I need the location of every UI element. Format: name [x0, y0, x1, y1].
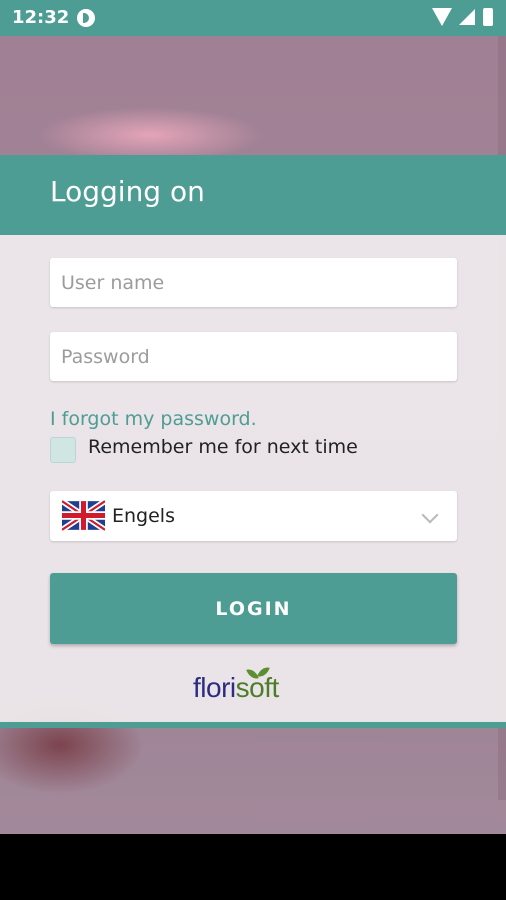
recent-apps-icon[interactable]	[0, 834, 506, 900]
login-button[interactable]: LOGIN	[50, 573, 457, 644]
login-header: Logging on	[0, 155, 506, 235]
forgot-password-link[interactable]: I forgot my password.	[50, 408, 257, 430]
status-time: 12:32	[12, 7, 70, 28]
signal-icon	[459, 9, 475, 25]
language-select[interactable]: Engels	[50, 491, 457, 541]
florisoft-logo: florisoft	[193, 664, 318, 708]
uk-flag-icon	[62, 500, 105, 531]
logo-text: florisoft	[193, 672, 279, 704]
status-bar: 12:32	[0, 0, 506, 36]
username-field[interactable]	[50, 258, 457, 307]
sync-icon	[77, 9, 95, 27]
username-input[interactable]	[50, 258, 441, 307]
logo-text-soft: soft	[235, 672, 280, 703]
wifi-icon	[432, 8, 452, 26]
logo-text-flori: flori	[193, 672, 236, 703]
remember-me-label: Remember me for next time	[88, 436, 358, 458]
password-field[interactable]	[50, 332, 457, 381]
page-title: Logging on	[50, 175, 205, 208]
remember-me-checkbox[interactable]	[50, 437, 76, 463]
password-input[interactable]	[50, 332, 441, 381]
chevron-down-icon	[421, 506, 439, 524]
panel-bottom-border	[0, 722, 506, 728]
language-value: Engels	[112, 505, 175, 527]
battery-icon	[483, 8, 493, 26]
